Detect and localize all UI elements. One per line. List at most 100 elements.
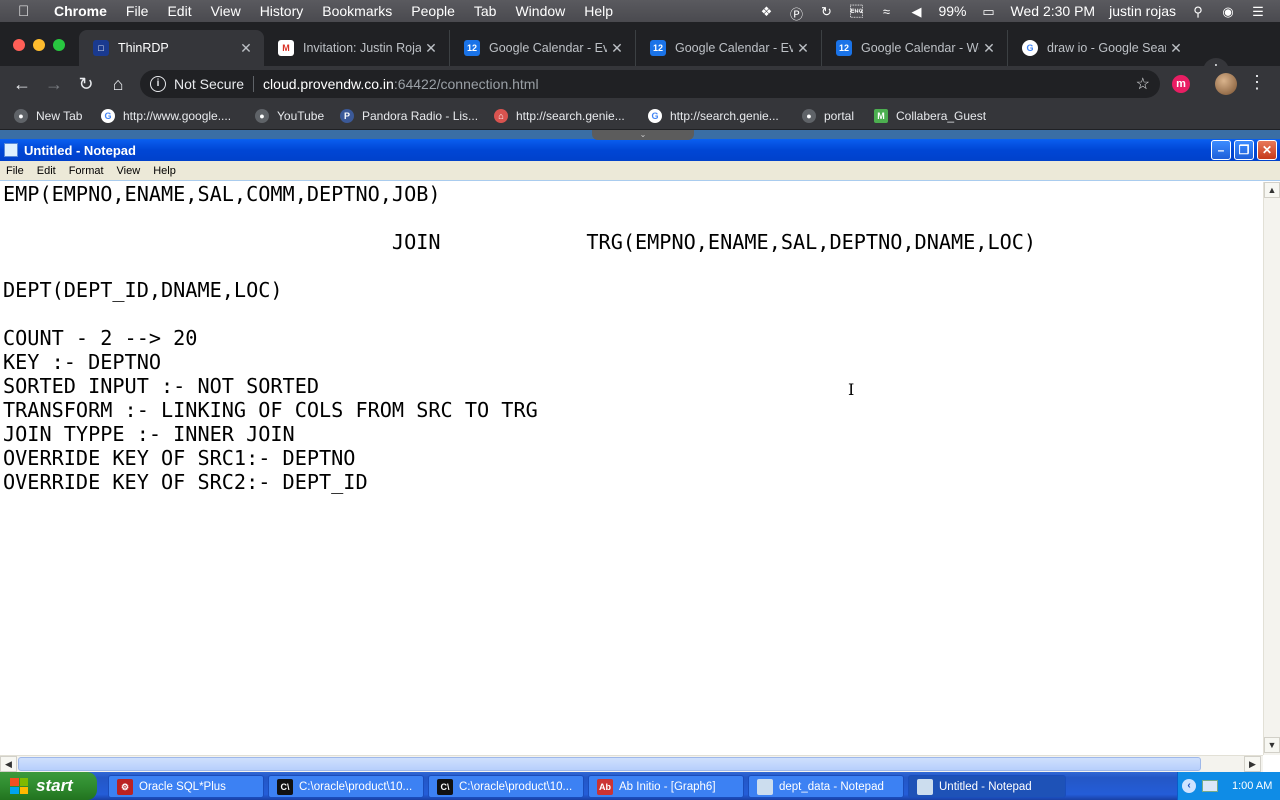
back-arrow-icon[interactable]: ← <box>10 72 34 96</box>
tab-thinrdp[interactable]: □ ThinRDP ✕ <box>79 30 264 66</box>
taskbar-item-sqlplus[interactable]: ⚙ Oracle SQL*Plus <box>108 775 264 798</box>
menu-app-chrome[interactable]: Chrome <box>54 3 107 19</box>
minimize-button[interactable]: – <box>1211 140 1231 160</box>
horizontal-scrollbar[interactable]: ◀ ▶ <box>0 755 1263 772</box>
notepad-icon <box>917 778 933 795</box>
menu-window[interactable]: Window <box>515 3 565 19</box>
scroll-down-icon[interactable]: ▼ <box>1264 737 1280 753</box>
siri-icon[interactable]: ◉ <box>1220 4 1236 19</box>
bookmark-new-tab[interactable]: ● New Tab <box>14 108 82 124</box>
tab-calendar-1[interactable]: 12 Google Calendar - Eve ✕ <box>450 30 636 66</box>
bookmark-collabera[interactable]: M Collabera_Guest <box>874 108 986 124</box>
wifi-icon[interactable]: ≈ <box>878 4 894 19</box>
home-icon[interactable]: ⌂ <box>106 72 130 96</box>
spotlight-search-icon[interactable]: ⚲ <box>1190 4 1206 19</box>
globe-icon: ● <box>802 109 816 123</box>
taskbar-item-abinitio[interactable]: Ab Ab Initio - [Graph6] <box>588 775 744 798</box>
battery-percent[interactable]: 99% <box>938 3 966 19</box>
menu-help[interactable]: Help <box>584 3 613 19</box>
bookmark-search-genie-2[interactable]: G http://search.genie... <box>648 108 779 124</box>
tab-calendar-3[interactable]: 12 Google Calendar - Wee ✕ <box>822 30 1008 66</box>
notepad-menu-view[interactable]: View <box>117 165 141 177</box>
rdp-toolbar-handle[interactable]: ⌄ <box>592 130 694 140</box>
menu-edit[interactable]: Edit <box>167 3 191 19</box>
horizontal-scroll-thumb[interactable] <box>18 757 1201 771</box>
user-name[interactable]: justin rojas <box>1109 3 1176 19</box>
tab-close-icon[interactable]: ✕ <box>979 40 999 57</box>
globe-icon: ● <box>14 109 28 123</box>
restore-button[interactable]: ❐ <box>1234 140 1254 160</box>
taskbar-item-cmd-1[interactable]: C\ C:\oracle\product\10... <box>268 775 424 798</box>
notepad-menu-edit[interactable]: Edit <box>37 165 56 177</box>
text-line: SORTED INPUT :- NOT SORTED <box>3 374 320 398</box>
tab-close-icon[interactable]: ✕ <box>421 40 441 57</box>
remote-desktop-viewport[interactable]: Untitled - Notepad – ❐ ✕ File Edit Forma… <box>0 130 1280 800</box>
show-hidden-icons-icon[interactable]: ‹ <box>1182 779 1196 793</box>
bluetooth-icon[interactable]:  <box>848 4 864 19</box>
bookmark-google[interactable]: G http://www.google.... <box>101 108 231 124</box>
tab-close-icon[interactable]: ✕ <box>793 40 813 57</box>
forward-arrow-icon[interactable]: → <box>42 72 66 96</box>
tab-close-icon[interactable]: ✕ <box>1166 40 1186 57</box>
time-machine-icon[interactable]: ↻ <box>818 4 834 19</box>
notepad-menu-file[interactable]: File <box>6 165 24 177</box>
chrome-menu-icon[interactable]: ⋮ <box>1248 72 1266 93</box>
menu-tab[interactable]: Tab <box>474 3 497 19</box>
battery-icon[interactable]: ▭ <box>981 4 997 19</box>
menu-people[interactable]: People <box>411 3 455 19</box>
scroll-up-icon[interactable]: ▲ <box>1264 182 1280 198</box>
taskbar-item-cmd-2[interactable]: C\ C:\oracle\product\10... <box>428 775 584 798</box>
close-button[interactable]: ✕ <box>1257 140 1277 160</box>
scroll-right-icon[interactable]: ▶ <box>1244 756 1261 772</box>
menu-clock[interactable]: Wed 2:30 PM <box>1011 3 1096 19</box>
menu-file[interactable]: File <box>126 3 149 19</box>
dropbox-icon[interactable]: ❖ <box>758 4 774 19</box>
notepad-text-area[interactable]: EMP(EMPNO,ENAME,SAL,COMM,DEPTNO,JOB) JOI… <box>3 182 1258 752</box>
notepad-editor[interactable]: EMP(EMPNO,ENAME,SAL,COMM,DEPTNO,JOB) JOI… <box>0 180 1280 772</box>
tab-close-icon[interactable]: ✕ <box>607 40 627 57</box>
taskbar-item-dept-data-notepad[interactable]: dept_data - Notepad <box>748 775 904 798</box>
tab-calendar-2[interactable]: 12 Google Calendar - Eve ✕ <box>636 30 822 66</box>
extension-icon[interactable]: m <box>1172 75 1190 93</box>
reload-icon[interactable]: ↻ <box>74 72 98 96</box>
taskbar-label: C:\oracle\product\10... <box>459 780 573 793</box>
d-app-icon[interactable]: Ⓟ <box>788 4 804 22</box>
start-button[interactable]: start <box>0 772 97 800</box>
window-close-icon[interactable] <box>13 39 25 51</box>
bookmark-youtube[interactable]: ● YouTube <box>255 108 324 124</box>
notepad-title-bar[interactable]: Untitled - Notepad – ❐ ✕ <box>0 139 1280 161</box>
not-secure-label[interactable]: Not Secure <box>174 76 244 92</box>
bookmark-pandora[interactable]: P Pandora Radio - Lis... <box>340 108 478 124</box>
text-cursor-ibeam-icon: I <box>848 380 855 399</box>
window-minimize-icon[interactable] <box>33 39 45 51</box>
profile-avatar[interactable] <box>1215 73 1237 95</box>
menu-view[interactable]: View <box>211 3 241 19</box>
tab-drawio-search[interactable]: G draw io - Google Searc ✕ <box>1008 30 1194 66</box>
text-line: EMP(EMPNO,ENAME,SAL,COMM,DEPTNO,JOB) <box>3 182 441 206</box>
taskbar-clock[interactable]: 1:00 AM <box>1232 780 1272 792</box>
apple-menu-icon[interactable]:  <box>18 3 38 20</box>
bookmark-star-icon[interactable]: ☆ <box>1136 74 1150 94</box>
network-icon[interactable] <box>1202 780 1218 792</box>
text-line: DEPT(DEPT_ID,DNAME,LOC) <box>3 278 283 302</box>
notepad-menu-format[interactable]: Format <box>69 165 104 177</box>
bookmark-label: http://search.genie... <box>670 109 779 123</box>
menu-bookmarks[interactable]: Bookmarks <box>322 3 392 19</box>
site-info-icon[interactable]: i <box>150 76 166 92</box>
window-zoom-icon[interactable] <box>53 39 65 51</box>
scroll-left-icon[interactable]: ◀ <box>0 756 17 772</box>
notification-center-icon[interactable]: ☰ <box>1250 4 1266 19</box>
taskbar-item-untitled-notepad[interactable]: Untitled - Notepad <box>908 775 1066 798</box>
text-line: OVERRIDE KEY OF SRC2:- DEPT_ID <box>3 470 368 494</box>
vertical-scrollbar[interactable]: ▲ ▼ <box>1263 182 1280 755</box>
menu-history[interactable]: History <box>260 3 304 19</box>
notepad-menu-help[interactable]: Help <box>153 165 176 177</box>
address-bar[interactable]: i Not Secure cloud.provendw.co.in :64422… <box>140 70 1160 98</box>
bookmark-search-genie-1[interactable]: ⌂ http://search.genie... <box>494 108 625 124</box>
text-line <box>3 206 1258 230</box>
bookmark-label: http://search.genie... <box>516 109 625 123</box>
volume-icon[interactable]: ◀ <box>908 4 924 19</box>
tab-gmail-invitation[interactable]: M Invitation: Justin Rojas ✕ <box>264 30 450 66</box>
tab-close-icon[interactable]: ✕ <box>236 40 256 57</box>
bookmark-portal[interactable]: ● portal <box>802 108 854 124</box>
